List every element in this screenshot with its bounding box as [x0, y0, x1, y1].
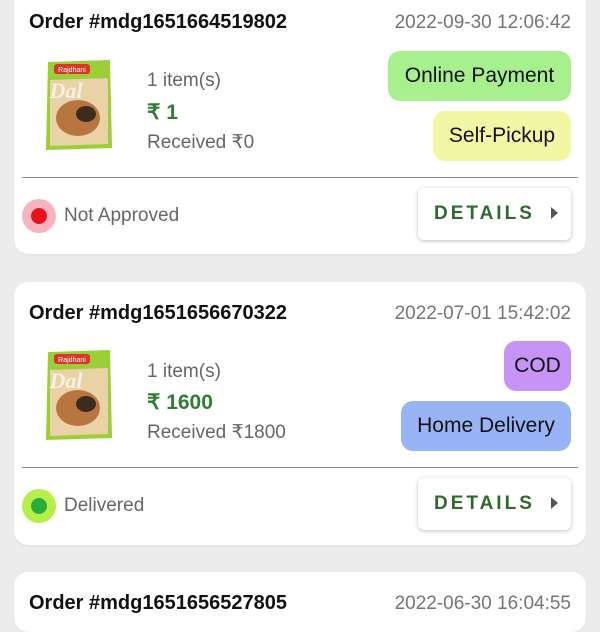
order-id: Order #mdg1651656670322 [29, 302, 287, 324]
order-id: Order #mdg1651664519802 [29, 11, 287, 33]
payment-method-label: COD [514, 354, 561, 377]
product-image: Rajdhani Dal [46, 350, 112, 440]
payment-method-badge: Online Payment [388, 51, 571, 101]
items-count: 1 item(s) [147, 361, 221, 382]
order-card[interactable]: Order #mdg1651656527805 2022-06-30 16:04… [14, 572, 586, 632]
payment-method-badge: COD [504, 341, 571, 391]
product-name: Dal [49, 78, 84, 103]
order-date: 2022-07-01 15:42:02 [394, 303, 571, 324]
received-amount: Received ₹1800 [147, 422, 286, 443]
caret-right-icon [551, 207, 558, 219]
received-amount: Received ₹0 [147, 132, 255, 153]
details-button[interactable]: DETAILS [418, 478, 571, 530]
order-date: 2022-06-30 16:04:55 [394, 593, 571, 614]
order-card[interactable]: Order #mdg1651656670322 2022-07-01 15:42… [14, 282, 586, 545]
product-image: Rajdhani Dal [46, 60, 112, 150]
product-brand: Rajdhani [58, 357, 86, 364]
items-count: 1 item(s) [147, 70, 221, 91]
status-indicator-icon [22, 199, 56, 233]
details-button[interactable]: DETAILS [418, 188, 571, 240]
product-name: Dal [49, 368, 84, 393]
status-label: Delivered [64, 495, 145, 516]
order-card[interactable]: Order #mdg1651664519802 2022-09-30 12:06… [14, 0, 586, 254]
delivery-type-label: Self-Pickup [448, 124, 556, 147]
delivery-type-badge: Home Delivery [401, 401, 571, 451]
order-amount: ₹ 1 [147, 101, 178, 124]
card-divider [22, 177, 578, 178]
delivery-type-label: Home Delivery [417, 414, 555, 437]
payment-method-label: Online Payment [404, 64, 555, 87]
order-amount: ₹ 1600 [147, 391, 213, 414]
order-date: 2022-09-30 12:06:42 [394, 12, 571, 33]
delivery-type-badge: Self-Pickup [433, 111, 571, 161]
details-button-label: DETAILS [434, 203, 535, 224]
caret-right-icon [551, 497, 558, 509]
details-button-label: DETAILS [434, 493, 535, 514]
card-divider [22, 467, 578, 468]
status-label: Not Approved [64, 205, 180, 226]
status-indicator-icon [22, 489, 56, 523]
product-brand: Rajdhani [58, 67, 86, 74]
order-id: Order #mdg1651656527805 [29, 592, 287, 614]
